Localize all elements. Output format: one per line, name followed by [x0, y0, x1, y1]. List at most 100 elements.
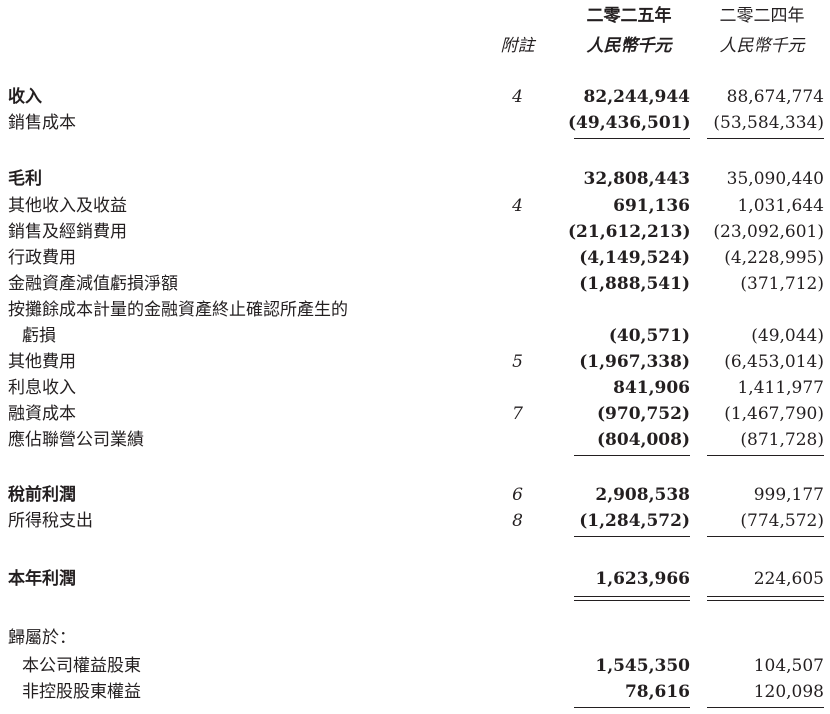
attribution-rule-2024 — [707, 707, 824, 708]
row-other-expenses: 其他費用 5 (1,967,338) (6,453,014) — [0, 349, 830, 375]
row-note — [490, 166, 545, 192]
row-value-2024: (371,712) — [740, 274, 824, 294]
subtotal-rule-2025 — [574, 138, 690, 139]
row-value-2025: 1,545,350 — [595, 656, 690, 676]
row-note — [490, 679, 545, 705]
row-value-2024: (49,044) — [751, 326, 824, 346]
row-admin-expenses: 行政費用 (4,149,524) (4,228,995) — [0, 245, 830, 271]
row-label: 毛利 — [8, 169, 42, 189]
row-profit-before-tax: 稅前利潤 6 2,908,538 999,177 — [0, 482, 830, 508]
row-value-2025: (1,888,541) — [579, 274, 690, 294]
subtotal-rule-2025 — [574, 455, 690, 456]
row-interest-income: 利息收入 841,906 1,411,977 — [0, 375, 830, 401]
row-value-2024: 120,098 — [753, 682, 824, 702]
row-label: 其他收入及收益 — [8, 196, 127, 216]
row-value-2025: (804,008) — [597, 430, 690, 450]
row-label: 按攤餘成本計量的金融資產終止確認所產生的 — [8, 300, 348, 320]
row-other-income: 其他收入及收益 4 691,136 1,031,644 — [0, 193, 830, 219]
row-value-2024: 1,031,644 — [737, 196, 824, 216]
row-value-2025: 691,136 — [613, 196, 690, 216]
row-value-2024: (6,453,014) — [724, 352, 824, 372]
row-equity-holders: 本公司權益股東 1,545,350 104,507 — [0, 653, 830, 679]
row-value-2024: (53,584,334) — [713, 113, 824, 133]
row-note — [490, 219, 545, 245]
header-year-2025: 二零二五年 — [586, 6, 672, 26]
row-note — [490, 323, 545, 349]
row-label: 本年利潤 — [8, 569, 76, 589]
subtotal-rule-2024 — [707, 138, 824, 139]
row-label: 收入 — [8, 87, 42, 107]
row-value-2025: (40,571) — [608, 326, 690, 346]
row-value-2025: 32,808,443 — [583, 169, 690, 189]
row-value-2024: 104,507 — [753, 656, 824, 676]
row-value-2024: (871,728) — [740, 430, 824, 450]
row-value-2024: (23,092,601) — [713, 222, 824, 242]
row-value-2025: 1,623,966 — [595, 569, 690, 589]
row-label: 應佔聯營公司業績 — [8, 430, 144, 450]
row-label: 行政費用 — [8, 248, 76, 268]
row-value-2024: 999,177 — [753, 485, 824, 505]
row-label: 所得稅支出 — [8, 511, 93, 531]
row-value-2025: 78,616 — [624, 682, 690, 702]
row-profit-for-year: 本年利潤 1,623,966 224,605 — [0, 566, 830, 592]
total-double-rule-2024-bottom — [707, 600, 824, 601]
row-derecognition-label: 按攤餘成本計量的金融資產終止確認所產生的 — [0, 297, 830, 323]
row-value-2025: (21,612,213) — [568, 222, 691, 242]
row-label: 其他費用 — [8, 352, 76, 372]
row-note — [490, 271, 545, 297]
row-value-2025: (1,284,572) — [579, 511, 690, 531]
row-attributable-to: 歸屬於： — [0, 625, 830, 651]
subtotal-rule-2024 — [707, 455, 824, 456]
row-derecognition-losses: 虧損 (40,571) (49,044) — [0, 323, 830, 349]
row-label: 非控股股東權益 — [22, 682, 141, 702]
header-year-2024: 二零二四年 — [719, 6, 805, 26]
row-label: 金融資產減值虧損淨額 — [8, 274, 178, 294]
row-note: 6 — [512, 485, 523, 505]
row-selling-expenses: 銷售及經銷費用 (21,612,213) (23,092,601) — [0, 219, 830, 245]
row-value-2025: (49,436,501) — [568, 113, 691, 133]
total-double-rule-2025-bottom — [574, 600, 690, 601]
attribution-rule-2025 — [574, 707, 690, 708]
row-label: 銷售及經銷費用 — [8, 222, 127, 242]
row-share-of-associates: 應佔聯營公司業績 (804,008) (871,728) — [0, 427, 830, 453]
row-note: 7 — [512, 404, 523, 424]
row-note — [490, 245, 545, 271]
row-note — [490, 566, 545, 592]
row-gross-profit: 毛利 32,808,443 35,090,440 — [0, 166, 830, 192]
row-value-2024: (4,228,995) — [724, 248, 824, 268]
row-label: 歸屬於： — [8, 628, 76, 648]
row-note: 8 — [512, 511, 523, 531]
row-label: 虧損 — [22, 326, 56, 346]
income-statement: 二零二五年 二零二四年 附註 人民幣千元 人民幣千元 收入 4 82,244,9… — [0, 0, 830, 714]
row-value-2025: 2,908,538 — [595, 485, 690, 505]
total-double-rule-2024-top — [707, 596, 824, 597]
row-label: 稅前利潤 — [8, 485, 76, 505]
total-double-rule-2025-top — [574, 596, 690, 597]
row-value-2025: (4,149,524) — [579, 248, 690, 268]
row-value-2025: 82,244,944 — [583, 87, 690, 107]
row-label: 本公司權益股東 — [22, 656, 141, 676]
row-note — [490, 110, 545, 136]
row-value-2024: 88,674,774 — [726, 87, 824, 107]
row-value-2024: 224,605 — [753, 569, 824, 589]
row-non-controlling: 非控股股東權益 78,616 120,098 — [0, 679, 830, 705]
header-unit-2024: 人民幣千元 — [719, 36, 805, 56]
header-year-row: 二零二五年 二零二四年 — [0, 3, 830, 29]
row-value-2025: 841,906 — [613, 378, 690, 398]
row-cost-of-sales: 銷售成本 (49,436,501) (53,584,334) — [0, 110, 830, 136]
row-value-2024: (1,467,790) — [724, 404, 824, 424]
row-note: 4 — [512, 87, 523, 107]
header-note-label: 附註 — [500, 36, 535, 56]
row-note: 5 — [512, 352, 523, 372]
row-label: 銷售成本 — [8, 113, 76, 133]
header-unit-2025: 人民幣千元 — [586, 36, 672, 56]
row-impairment-losses: 金融資產減值虧損淨額 (1,888,541) (371,712) — [0, 271, 830, 297]
row-label: 融資成本 — [8, 404, 76, 424]
row-income-tax: 所得稅支出 8 (1,284,572) (774,572) — [0, 508, 830, 534]
row-value-2025: (970,752) — [597, 404, 690, 424]
row-value-2024: (774,572) — [740, 511, 824, 531]
row-note: 4 — [512, 196, 523, 216]
row-value-2024: 35,090,440 — [726, 169, 824, 189]
row-revenue: 收入 4 82,244,944 88,674,774 — [0, 84, 830, 110]
row-note — [490, 375, 545, 401]
